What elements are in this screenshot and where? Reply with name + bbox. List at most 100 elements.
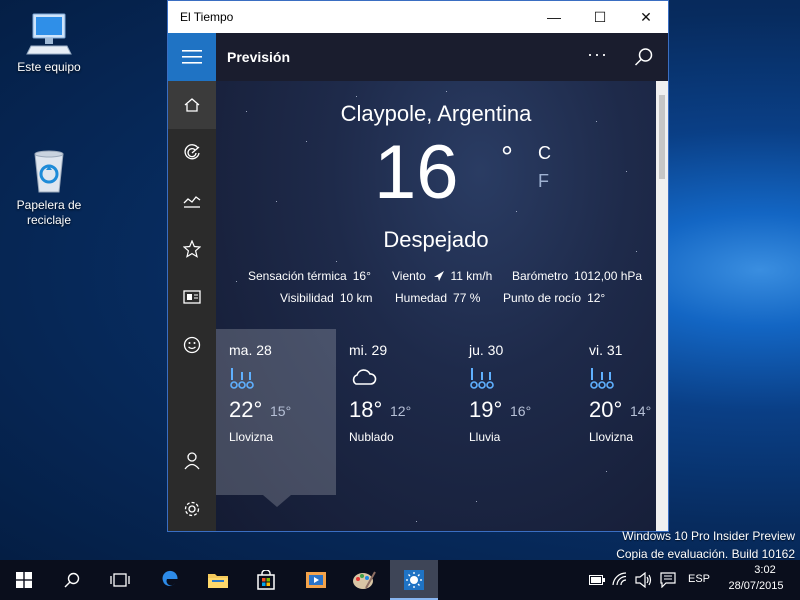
weather-window: El Tiempo — ☐ ✕ Previsión ··· Claypole, … — [167, 0, 669, 532]
location-name: Claypole, Argentina — [340, 101, 532, 126]
forecast-high: 20° — [589, 397, 623, 422]
nav-item-account[interactable] — [168, 437, 216, 485]
nav-item-forecast[interactable] — [168, 81, 216, 129]
detail-value: 16° — [352, 269, 371, 283]
rain-icon — [470, 368, 494, 389]
selected-day-indicator — [263, 495, 291, 507]
unit-celsius-toggle[interactable]: C — [538, 143, 551, 164]
radar-icon — [184, 144, 200, 160]
media-player-icon — [306, 572, 326, 588]
desktop-icon-this-pc[interactable]: Este equipo — [9, 10, 89, 75]
forecast-day[interactable]: mi. 29 18° 12° Nublado — [336, 329, 456, 495]
scrollbar-thumb[interactable] — [659, 95, 665, 179]
store-bag-icon — [257, 570, 275, 590]
app-header: Previsión ··· — [216, 33, 668, 81]
nav-item-historical[interactable] — [168, 177, 216, 225]
detail-value: 11 km/h — [450, 269, 493, 283]
start-button[interactable] — [0, 560, 48, 600]
desktop-icon-label: Papelera de reciclaje — [16, 198, 82, 227]
forecast-description: Lluvia — [469, 430, 501, 444]
window-title: El Tiempo — [180, 10, 234, 24]
search-button[interactable] — [48, 560, 96, 600]
nav-item-places[interactable] — [168, 225, 216, 273]
forecast-high: 22° — [229, 397, 263, 422]
taskbar-store-button[interactable] — [242, 560, 290, 600]
battery-icon[interactable] — [589, 575, 605, 585]
task-view-icon — [110, 573, 130, 587]
left-nav — [168, 33, 216, 531]
forecast-low: 12° — [390, 403, 412, 419]
forecast-day-name: mi. 29 — [349, 342, 388, 358]
cloud-icon — [352, 369, 377, 385]
weather-sun-icon — [404, 570, 424, 590]
chart-icon — [183, 196, 201, 208]
desktop-icon-recycle-bin[interactable]: Papelera de reciclaje — [9, 148, 89, 228]
forecast-low: 16° — [510, 403, 532, 419]
volume-icon[interactable] — [635, 572, 653, 588]
star-icon — [183, 240, 201, 258]
unit-fahrenheit-toggle[interactable]: F — [538, 171, 549, 192]
detail-feels-like: Sensación térmica 16° — [248, 269, 371, 283]
clock-time[interactable]: 3:02 — [740, 564, 790, 576]
forecast-day-name: ju. 30 — [469, 342, 504, 358]
detail-label: Punto de rocío — [503, 291, 582, 305]
gear-icon — [184, 501, 200, 517]
desktop-icon-label: Este equipo — [17, 60, 81, 74]
nav-item-feedback[interactable] — [168, 321, 216, 369]
detail-value: 1012,00 hPa — [574, 269, 643, 283]
taskbar-explorer-button[interactable] — [194, 560, 242, 600]
person-icon — [184, 452, 200, 470]
detail-label: Visibilidad — [280, 291, 334, 305]
detail-wind: Viento 11 km/h — [392, 269, 492, 283]
taskbar-weather-button[interactable] — [390, 560, 438, 600]
watermark-line: Windows 10 Pro Insider Preview — [622, 529, 795, 543]
detail-humidity: Humedad 77 % — [395, 291, 480, 305]
vertical-scrollbar[interactable] — [656, 81, 668, 531]
forecast-day[interactable]: vi. 31 20° 14° Llovizna — [576, 329, 656, 495]
news-icon — [183, 290, 201, 304]
smiley-icon — [183, 336, 201, 354]
hamburger-menu-button[interactable] — [168, 33, 216, 81]
forecast-low: 14° — [630, 403, 652, 419]
detail-label: Humedad — [395, 291, 448, 305]
taskbar: ESP 3:02 28/07/2015 — [0, 560, 800, 600]
forecast-high: 19° — [469, 397, 503, 422]
input-language[interactable]: ESP — [688, 573, 710, 585]
wifi-icon[interactable] — [612, 572, 628, 586]
detail-label: Viento — [392, 269, 426, 283]
forecast-description: Nublado — [349, 430, 394, 444]
detail-label: Sensación térmica — [248, 269, 347, 283]
detail-label: Barómetro — [512, 269, 569, 283]
home-icon — [184, 98, 200, 112]
forecast-low: 15° — [270, 403, 292, 419]
task-view-button[interactable] — [96, 560, 144, 600]
action-center-icon[interactable] — [660, 572, 676, 588]
taskbar-media-button[interactable] — [292, 560, 340, 600]
search-icon[interactable] — [634, 47, 654, 67]
forecast-day[interactable]: ju. 30 19° 16° Lluvia — [456, 329, 576, 495]
forecast-day-name: vi. 31 — [589, 342, 623, 358]
window-titlebar[interactable]: El Tiempo — ☐ ✕ — [168, 1, 668, 33]
close-button[interactable]: ✕ — [623, 1, 668, 33]
detail-value: 77 % — [453, 291, 481, 305]
degree-symbol: ° — [501, 141, 513, 174]
nav-item-news[interactable] — [168, 273, 216, 321]
close-icon: ✕ — [640, 8, 652, 25]
detail-pressure: Barómetro 1012,00 hPa — [512, 269, 642, 283]
taskbar-edge-button[interactable] — [146, 560, 194, 600]
hamburger-icon — [182, 50, 202, 64]
maximize-button[interactable]: ☐ — [577, 1, 623, 33]
nav-item-settings[interactable] — [168, 485, 216, 531]
search-icon — [64, 572, 80, 588]
taskbar-paint-button[interactable] — [340, 560, 388, 600]
clock-date[interactable]: 28/07/2015 — [722, 580, 790, 592]
current-temperature: 16 — [374, 130, 459, 215]
drizzle-icon — [590, 368, 614, 389]
detail-dew-point: Punto de rocío 12° — [503, 291, 605, 305]
minimize-button[interactable]: — — [531, 1, 577, 33]
more-options-button[interactable]: ··· — [587, 44, 608, 65]
nav-item-maps[interactable] — [168, 129, 216, 177]
edge-browser-icon — [162, 570, 178, 586]
forecast-day[interactable]: ma. 28 22° 15° Llovizna — [216, 329, 336, 495]
folder-icon — [208, 574, 228, 588]
